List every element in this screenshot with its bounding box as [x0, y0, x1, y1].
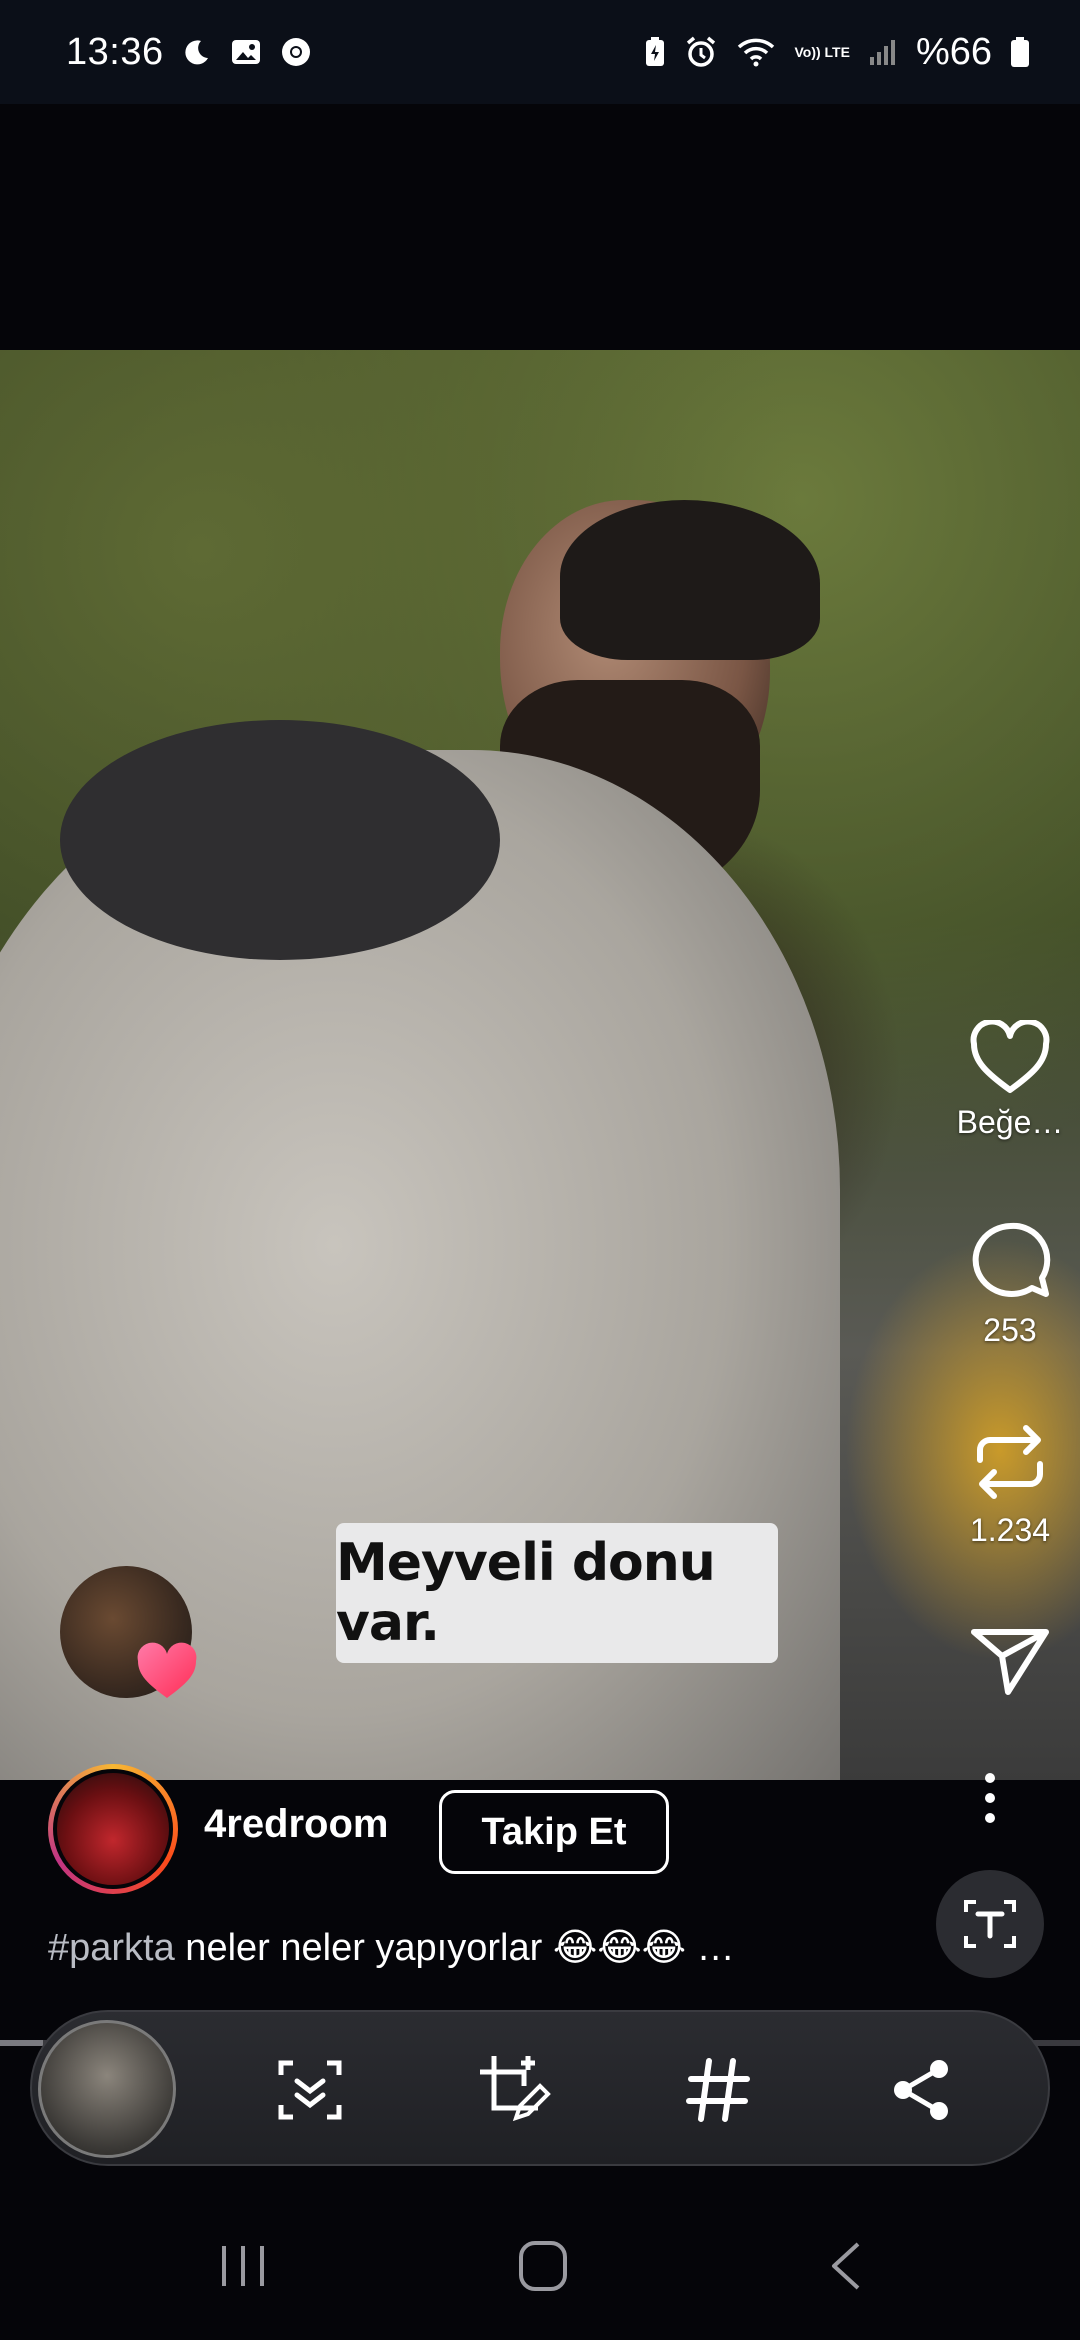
author-name[interactable]: 4redroom: [204, 1802, 389, 1847]
like-label: Beğe…: [956, 1104, 1064, 1140]
signal-icon: [868, 37, 898, 67]
heart-badge-icon: [134, 1642, 200, 1707]
scan-icon[interactable]: [272, 2052, 348, 2128]
repost-button[interactable]: 1.234: [940, 1420, 1080, 1549]
chrome-icon: [280, 36, 312, 68]
battery-percent: %66: [915, 30, 992, 73]
repost-icon: [977, 1425, 1043, 1499]
reposts-count: 1.234: [969, 1512, 1051, 1548]
edit-image-icon[interactable]: [476, 2052, 552, 2128]
like-button[interactable]: Beğe…: [940, 1020, 1080, 1141]
follow-button[interactable]: Takip Et: [439, 1790, 669, 1874]
description-text: neler neler yapıyorlar 😂😂😂 …: [174, 1927, 735, 1969]
moon-icon: [182, 37, 212, 67]
video-person-hair: [560, 500, 820, 660]
extract-text-button[interactable]: [936, 1870, 1044, 1978]
comment-button[interactable]: 253: [940, 1220, 1080, 1349]
author-avatar[interactable]: [48, 1764, 178, 1894]
screenshot-thumbnail[interactable]: [38, 2020, 176, 2158]
heart-icon: [970, 1020, 1050, 1093]
battery-icon: [1010, 36, 1030, 68]
author-row: 4redroom Takip Et: [48, 1764, 1048, 1894]
screenshot-toolbar: [30, 2010, 1050, 2166]
wifi-icon: [736, 36, 776, 68]
post-description[interactable]: #parkta neler neler yapıyorlar 😂😂😂 …: [48, 1925, 735, 1970]
comments-count: 253: [983, 1312, 1037, 1348]
hashtag-link[interactable]: #parkta: [48, 1927, 175, 1969]
recent-apps-icon[interactable]: [218, 2240, 268, 2290]
more-options-icon[interactable]: [970, 1768, 1010, 1833]
image-icon: [230, 37, 262, 67]
text-extract-icon: [964, 1900, 1016, 1948]
hashtag-icon[interactable]: [680, 2052, 756, 2128]
share-icon[interactable]: [884, 2052, 960, 2128]
status-time: 13:36: [66, 30, 164, 73]
battery-saver-icon: [644, 36, 666, 68]
home-icon[interactable]: [518, 2240, 568, 2292]
send-icon: [971, 1629, 1049, 1695]
system-nav-bar: [0, 2200, 1080, 2340]
comment-icon: [972, 1222, 1051, 1297]
send-button[interactable]: [940, 1622, 1080, 1698]
volte-icon: Vo)) LTE: [794, 44, 850, 60]
status-bar: 13:36 Vo)) LTE %66: [0, 0, 1080, 104]
back-icon[interactable]: [826, 2240, 866, 2292]
video-subtitle: Meyveli donu var.: [336, 1523, 778, 1663]
video-hood: [60, 720, 500, 960]
alarm-icon: [684, 35, 718, 69]
